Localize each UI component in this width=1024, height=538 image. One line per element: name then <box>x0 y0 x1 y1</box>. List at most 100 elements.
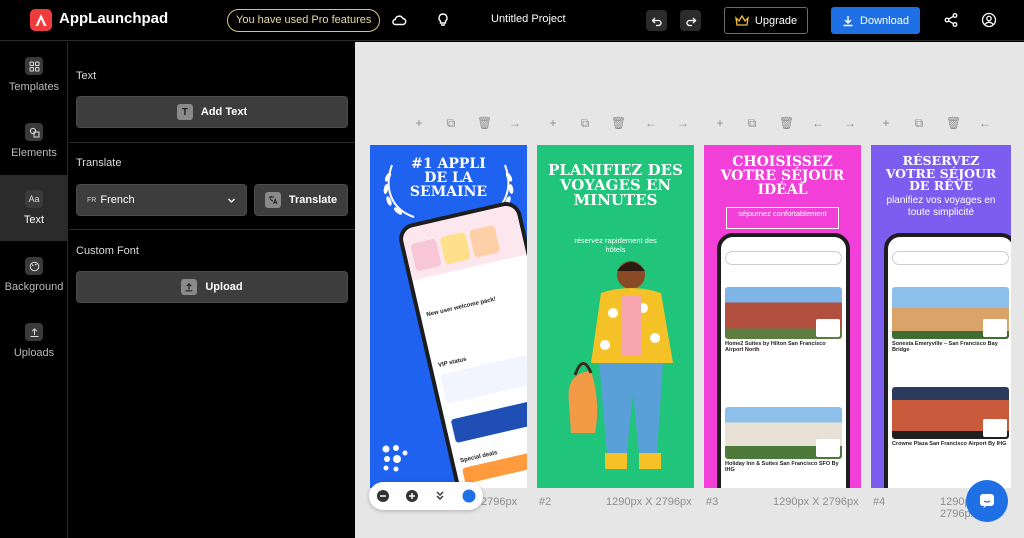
cloud-sync-icon[interactable] <box>390 11 408 29</box>
zoom-out-button[interactable] <box>375 488 391 504</box>
hotel-card: Crowne Plaza San Francisco Airport By IH… <box>892 387 1009 447</box>
screenshot-4[interactable]: RÉSERVEZ VOTRE SÉJOUR DE RÊVE planifiez … <box>871 145 1011 488</box>
hotel-name: Crowne Plaza San Francisco Airport By IH… <box>892 441 1007 447</box>
upload-label: Upload <box>205 281 243 293</box>
translate-section-heading: Translate <box>76 157 122 169</box>
chat-support-button[interactable] <box>966 480 1008 522</box>
trash-icon[interactable]: 🗑 <box>946 117 961 129</box>
phone-vip-text: VIP status <box>437 356 468 369</box>
phone-mockup: Home2 Suites by Hilton San Francisco Air… <box>717 233 850 488</box>
canvas-area[interactable]: + ⧉ 🗑 → + ⧉ 🗑 ← → + ⧉ 🗑 ← → + ⧉ 🗑 ← #1 A… <box>355 42 1024 538</box>
redo-button[interactable] <box>680 10 701 31</box>
lightbulb-icon[interactable] <box>434 11 452 29</box>
translate-button[interactable]: Translate <box>254 184 348 216</box>
screen-4-subtitle: planifiez vos voyages en toute simplicit… <box>886 195 996 218</box>
language-select[interactable]: FR French <box>76 184 247 216</box>
screen-size-label: 2796px <box>481 496 518 508</box>
zoom-controls <box>369 482 483 510</box>
add-icon[interactable]: + <box>714 117 726 129</box>
download-button[interactable]: Download <box>831 7 920 34</box>
duplicate-icon[interactable]: ⧉ <box>913 117 925 129</box>
download-icon <box>843 15 853 26</box>
color-dot-button[interactable] <box>461 488 477 504</box>
sidebar-item-templates[interactable]: Templates <box>0 42 68 108</box>
app-logo-icon[interactable] <box>30 9 52 31</box>
project-title[interactable]: Untitled Project <box>491 13 566 25</box>
screenshot-2[interactable]: PLANIFIEZ DES VOYAGES EN MINUTES réserve… <box>537 145 694 488</box>
screen-1-title: #1 APPLI DE LA SEMAINE <box>409 156 488 200</box>
arrow-right-icon[interactable]: → <box>677 117 689 129</box>
translate-icon <box>264 192 281 208</box>
duplicate-icon[interactable]: ⧉ <box>579 117 591 129</box>
upload-icon <box>25 323 43 341</box>
add-icon[interactable]: + <box>413 117 425 129</box>
trash-icon[interactable]: 🗑 <box>611 117 626 129</box>
add-icon[interactable]: + <box>547 117 559 129</box>
phone-mockup: New user welcome pack! VIP status Specia… <box>396 198 527 488</box>
account-icon[interactable] <box>980 11 998 29</box>
undo-button[interactable] <box>646 10 667 31</box>
app-brand-name[interactable]: AppLaunchpad <box>59 10 168 27</box>
hotel-photo <box>892 387 1009 439</box>
hotel-name: Home2 Suites by Hilton San Francisco Air… <box>725 341 826 354</box>
grid-icon <box>25 57 43 75</box>
screen-size-label: 1290px X 2796px <box>606 496 692 508</box>
trash-icon[interactable]: 🗑 <box>779 117 794 129</box>
hotel-card: Holiday Inn & Suites San Francisco SFO B… <box>725 407 842 473</box>
arrow-left-icon[interactable]: ← <box>979 117 991 129</box>
left-nav: Templates Elements Aa Text Background Up… <box>0 42 68 538</box>
sidebar-item-background[interactable]: Background <box>0 242 68 308</box>
sidebar-item-label: Background <box>4 281 64 293</box>
add-icon[interactable]: + <box>880 117 892 129</box>
upload-icon <box>181 279 198 295</box>
app-root: AppLaunchpad You have used Pro features … <box>0 0 1024 538</box>
screenshot-1[interactable]: #1 APPLI DE LA SEMAINE New user welcome … <box>370 145 527 488</box>
text-icon: Aa <box>25 190 43 208</box>
hotel-price-tag <box>816 319 840 337</box>
dots-logo-icon <box>382 445 408 472</box>
screen-2-subtitle: réservez rapidement des hôtels <box>574 236 657 254</box>
sidebar-item-label: Templates <box>8 81 60 93</box>
pro-features-badge[interactable]: You have used Pro features <box>227 9 381 32</box>
sidebar-item-text[interactable]: Aa Text <box>0 175 68 241</box>
hotel-photo <box>725 407 842 459</box>
phone-new-user-text: New user welcome pack! <box>425 296 497 319</box>
language-name: French <box>100 194 135 206</box>
share-icon[interactable] <box>942 11 960 29</box>
add-text-label: Add Text <box>200 106 248 118</box>
traveler-illustration <box>568 261 673 469</box>
hotel-card: Home2 Suites by Hilton San Francisco Air… <box>725 287 842 353</box>
collapse-icon[interactable] <box>432 488 448 504</box>
chevron-down-icon <box>228 198 235 203</box>
arrow-right-icon[interactable]: → <box>844 117 856 129</box>
duplicate-icon[interactable]: ⧉ <box>746 117 758 129</box>
arrow-left-icon[interactable]: ← <box>812 117 824 129</box>
text-tool-icon: T <box>176 104 193 120</box>
arrow-right-icon[interactable]: → <box>509 117 521 129</box>
sidebar-item-label: Text <box>23 214 45 226</box>
hotel-price-tag <box>983 319 1007 337</box>
phone-search-bar <box>725 251 842 265</box>
screen-number-label: #3 <box>706 496 719 508</box>
hotel-name: Holiday Inn & Suites San Francisco SFO B… <box>725 461 839 474</box>
trash-icon[interactable]: 🗑 <box>477 117 492 129</box>
screen-number-label: #2 <box>539 496 552 508</box>
screenshot-3[interactable]: CHOISISSEZ VOTRE SÉJOUR IDÉAL séjournez … <box>704 145 861 488</box>
upload-font-button[interactable]: Upload <box>76 271 348 303</box>
hotel-name: Sonesta Emeryville – San Francisco Bay B… <box>892 341 998 354</box>
sidebar-item-uploads[interactable]: Uploads <box>0 308 68 374</box>
upgrade-label: Upgrade <box>754 14 798 27</box>
screen-size-label: 1290px X 2796px <box>773 496 859 508</box>
hotel-price-tag <box>816 439 840 457</box>
screen-number-label: #4 <box>873 496 886 508</box>
download-label: Download <box>860 14 909 27</box>
text-panel: Text T Add Text Translate FR French Tran… <box>69 42 355 538</box>
add-text-button[interactable]: T Add Text <box>76 96 348 128</box>
screen-4-title: RÉSERVEZ VOTRE SÉJOUR DE RÊVE <box>885 153 997 193</box>
duplicate-icon[interactable]: ⧉ <box>445 117 457 129</box>
zoom-in-button[interactable] <box>404 488 420 504</box>
phone-mockup: Sonesta Emeryville – San Francisco Bay B… <box>884 233 1011 488</box>
sidebar-item-elements[interactable]: Elements <box>0 108 68 174</box>
upgrade-button[interactable]: Upgrade <box>724 7 808 34</box>
arrow-left-icon[interactable]: ← <box>645 117 657 129</box>
